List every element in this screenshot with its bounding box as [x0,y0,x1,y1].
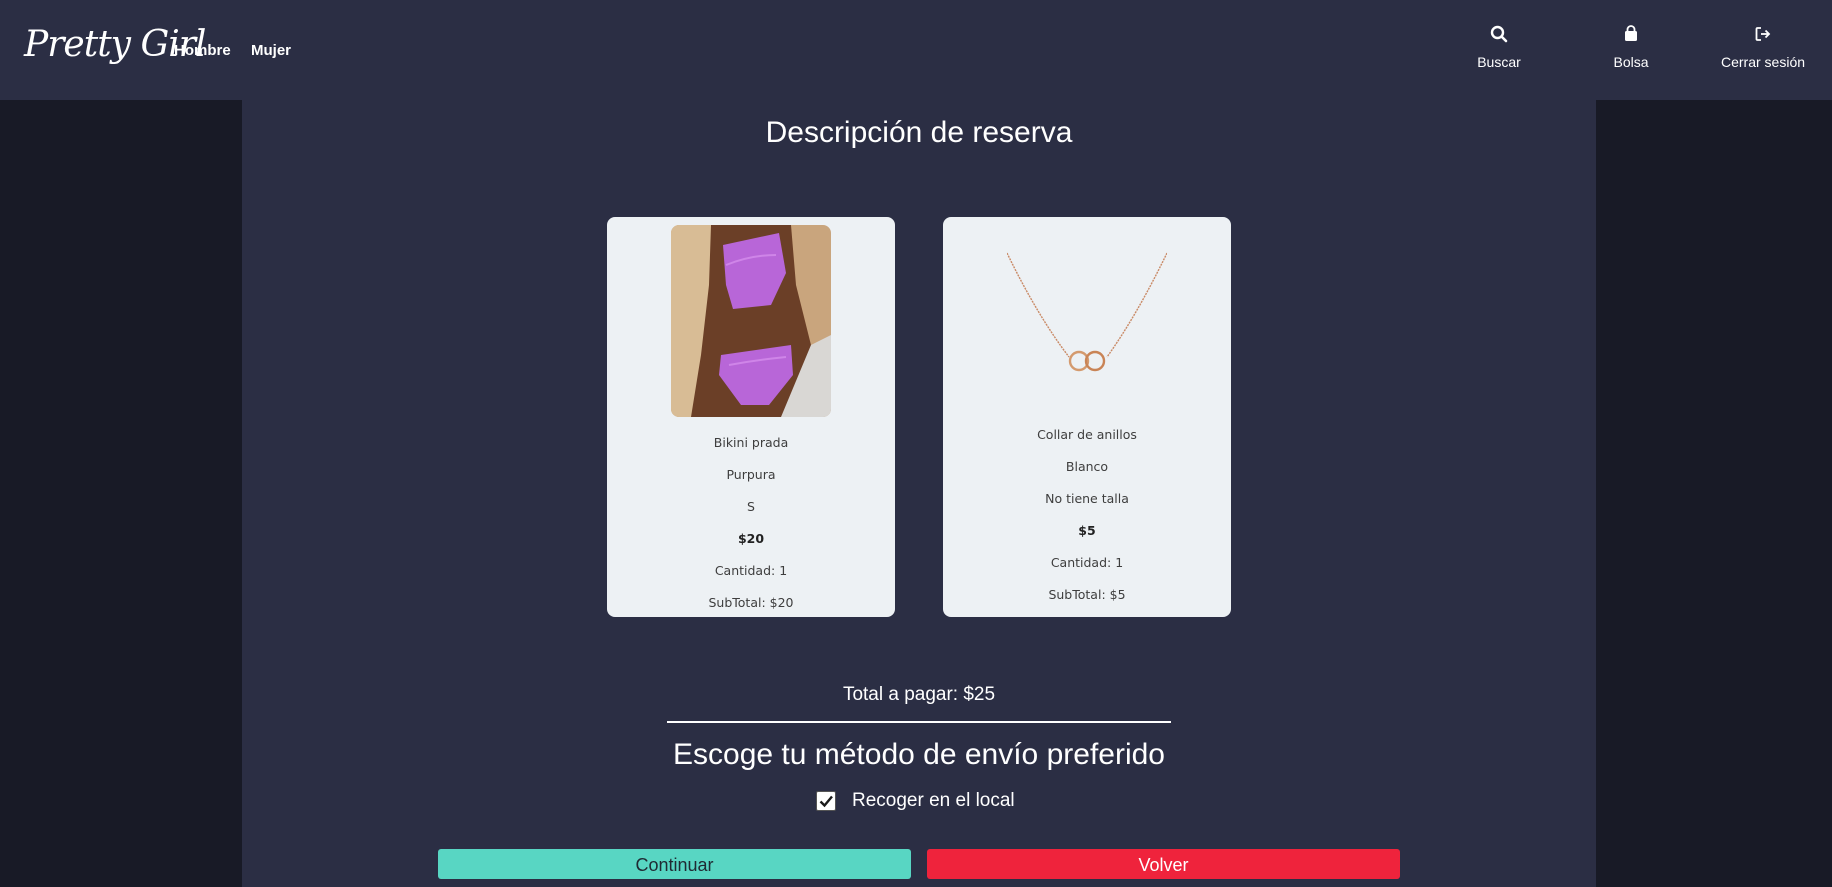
search-icon [1490,25,1508,43]
product-subtotal: SubTotal: $5 [1048,587,1126,602]
product-quantity: Cantidad: 1 [1050,555,1124,570]
search-button[interactable]: Buscar [1439,22,1559,72]
bag-button[interactable]: Bolsa [1571,22,1691,72]
product-name: Bikini prada [713,435,789,450]
logout-button[interactable]: Cerrar sesión [1703,22,1823,72]
checkmark-icon [819,795,833,808]
product-color: Purpura [726,467,776,482]
product-size: No tiene talla [1045,491,1129,506]
product-price: $5 [1078,523,1096,538]
product-name: Collar de anillos [1037,427,1137,442]
top-navbar: Pretty Girl Hombre Mujer Buscar Bolsa Ce… [0,0,1832,100]
logout-icon [1755,27,1771,41]
page-title: Descripción de reserva [765,116,1073,149]
product-price: $20 [737,531,765,546]
product-size: S [747,499,755,514]
product-image-bikini [671,225,831,417]
back-button[interactable]: Volver [927,849,1400,879]
product-subtotal: SubTotal: $20 [708,595,794,610]
search-label: Buscar [1477,54,1521,70]
bag-label: Bolsa [1613,54,1649,70]
pickup-checkbox[interactable] [816,791,836,811]
logout-label: Cerrar sesión [1720,54,1806,70]
product-quantity: Cantidad: 1 [714,563,788,578]
continue-button[interactable]: Continuar [438,849,911,879]
reservation-panel: Descripción de reserva Bikini prada Purp… [242,100,1596,887]
nav-link-hombre[interactable]: Hombre [174,42,231,59]
total-to-pay: Total a pagar: $25 [842,684,996,705]
pickup-label: Recoger en el local [852,790,1015,811]
product-color: Blanco [1065,459,1109,474]
pickup-option[interactable]: Recoger en el local [816,789,1015,813]
bag-icon [1625,25,1637,41]
shipping-title: Escoge tu método de envío preferido [673,738,1165,771]
nav-link-mujer[interactable]: Mujer [251,42,291,59]
product-card: Collar de anillos Blanco No tiene talla … [943,217,1231,617]
product-image-necklace [1007,225,1167,417]
divider [667,721,1171,723]
product-card: Bikini prada Purpura S $20 Cantidad: 1 S… [607,217,895,617]
